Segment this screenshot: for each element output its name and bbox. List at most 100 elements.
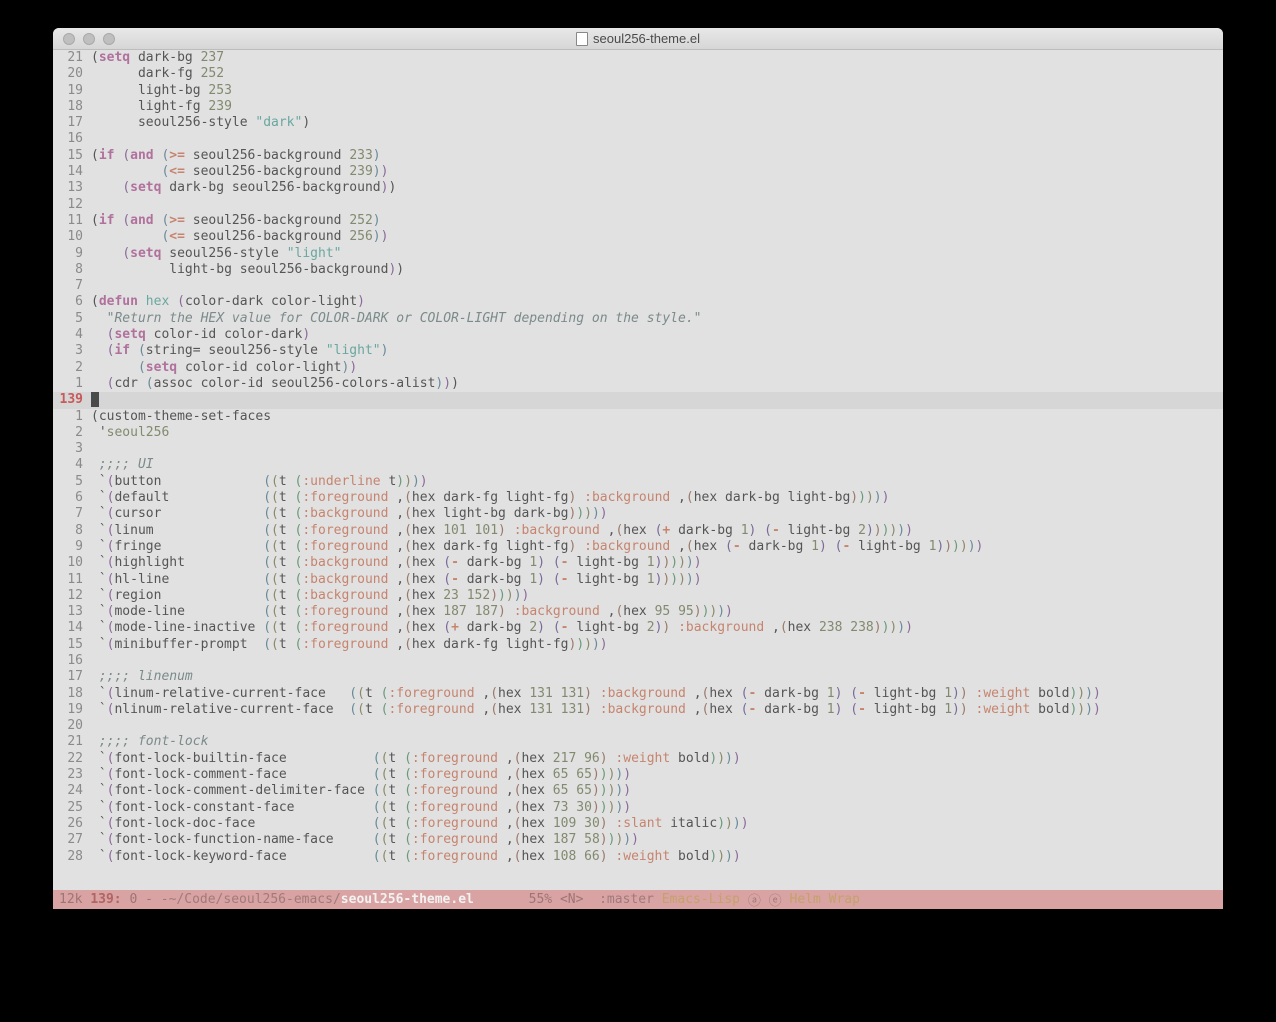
code-line[interactable]: (setq dark-bg seoul256-background)) [89,180,1223,196]
window-title: seoul256-theme.el [53,31,1223,46]
window-title-text: seoul256-theme.el [593,31,700,46]
code-line[interactable]: (setq dark-bg 237 [89,50,1223,66]
line-number: 26 [53,816,89,832]
code-line[interactable]: (setq color-id color-dark) [89,327,1223,343]
line-number: 17 [53,115,89,131]
code-line[interactable]: light-bg seoul256-background)) [89,262,1223,278]
line-number: 18 [53,99,89,115]
ml-narrow: <N> [560,892,583,907]
line-number: 8 [53,523,89,539]
echo-area[interactable] [53,909,1223,927]
code-line[interactable]: (<= seoul256-background 256)) [89,229,1223,245]
code-line[interactable]: `(linum-relative-current-face ((t (:fore… [89,686,1223,702]
line-number: 16 [53,653,89,669]
line-number: 2 [53,360,89,376]
code-line[interactable] [89,278,1223,294]
code-line[interactable]: `(region ((t (:background ,(hex 23 152))… [89,588,1223,604]
code-line[interactable]: "Return the HEX value for COLOR-DARK or … [89,311,1223,327]
line-number: 21 [53,50,89,66]
line-number: 15 [53,148,89,164]
line-number: 15 [53,637,89,653]
code-line[interactable]: (if (and (>= seoul256-background 252) [89,213,1223,229]
code-line[interactable]: light-bg 253 [89,83,1223,99]
ml-filename: seoul256-theme.el [341,892,474,907]
line-number: 9 [53,539,89,555]
line-number: 12 [53,588,89,604]
code-line[interactable] [89,197,1223,213]
code-line[interactable]: `(linum ((t (:foreground ,(hex 101 101) … [89,523,1223,539]
code-line[interactable]: (<= seoul256-background 239)) [89,164,1223,180]
line-number: 19 [53,702,89,718]
code-line[interactable]: `(font-lock-function-name-face ((t (:for… [89,832,1223,848]
code-line[interactable]: (cdr (assoc color-id seoul256-colors-ali… [89,376,1223,392]
line-number: 3 [53,441,89,457]
code-line[interactable]: `(fringe ((t (:foreground ,(hex dark-fg … [89,539,1223,555]
line-number: 10 [53,555,89,571]
ml-vc: :master [599,892,654,907]
modeline: 12k 139: 0 - -~/Code/seoul256-emacs/seou… [53,890,1223,909]
code-line[interactable]: `(font-lock-keyword-face ((t (:foregroun… [89,849,1223,865]
code-line[interactable]: `(font-lock-builtin-face ((t (:foregroun… [89,751,1223,767]
line-number: 8 [53,262,89,278]
code-line[interactable]: `(font-lock-comment-face ((t (:foregroun… [89,767,1223,783]
line-number: 12 [53,197,89,213]
code-line[interactable]: `(hl-line ((t (:background ,(hex (- dark… [89,572,1223,588]
code-line[interactable]: ;;;; linenum [89,669,1223,685]
code-line[interactable]: `(button ((t (:underline t)))) [89,474,1223,490]
emacs-window: seoul256-theme.el 21(setq dark-bg 237 20… [53,28,1223,927]
line-number: 25 [53,800,89,816]
code-line[interactable]: (if (string= seoul256-style "light") [89,343,1223,359]
ml-minor-modes: Helm Wrap [790,892,860,907]
line-number: 7 [53,506,89,522]
code-line[interactable]: `(highlight ((t (:background ,(hex (- da… [89,555,1223,571]
code-line[interactable] [89,441,1223,457]
code-line[interactable]: `(font-lock-doc-face ((t (:foreground ,(… [89,816,1223,832]
code-line[interactable] [89,131,1223,147]
line-number: 22 [53,751,89,767]
line-number: 6 [53,490,89,506]
code-line[interactable]: ;;;; UI [89,457,1223,473]
code-line[interactable]: `(mode-line ((t (:foreground ,(hex 187 1… [89,604,1223,620]
code-line[interactable]: (setq color-id color-light)) [89,360,1223,376]
code-line[interactable] [89,653,1223,669]
line-number: 3 [53,343,89,359]
line-number: 6 [53,294,89,310]
code-line[interactable] [89,392,1223,408]
line-number: 5 [53,474,89,490]
code-line[interactable]: light-fg 239 [89,99,1223,115]
code-line[interactable]: (setq seoul256-style "light" [89,246,1223,262]
code-line[interactable]: (defun hex (color-dark color-light) [89,294,1223,310]
line-number: 14 [53,164,89,180]
line-number: 13 [53,180,89,196]
titlebar: seoul256-theme.el [53,28,1223,50]
code-line[interactable]: `(mode-line-inactive ((t (:foreground ,(… [89,620,1223,636]
ml-line: 139: [90,892,121,907]
line-number: 2 [53,425,89,441]
line-number: 4 [53,457,89,473]
code-line[interactable]: (custom-theme-set-faces [89,409,1223,425]
ml-percent: 55% [529,892,552,907]
code-line[interactable]: `(default ((t (:foreground ,(hex dark-fg… [89,490,1223,506]
code-line[interactable]: 'seoul256 [89,425,1223,441]
code-line[interactable]: ;;;; font-lock [89,734,1223,750]
code-line[interactable]: `(minibuffer-prompt ((t (:foreground ,(h… [89,637,1223,653]
ml-major-mode: Emacs-Lisp [662,892,740,907]
line-number: 10 [53,229,89,245]
line-number: 11 [53,572,89,588]
line-number: 18 [53,686,89,702]
line-number: 24 [53,783,89,799]
code-line[interactable]: dark-fg 252 [89,66,1223,82]
line-number: 4 [53,327,89,343]
ml-col: 0 [129,892,137,907]
code-line[interactable]: `(font-lock-comment-delimiter-face ((t (… [89,783,1223,799]
code-line[interactable]: seoul256-style "dark") [89,115,1223,131]
code-line[interactable]: `(cursor ((t (:background ,(hex light-bg… [89,506,1223,522]
editor-buffer[interactable]: 21(setq dark-bg 237 20 dark-fg 252 19 li… [53,50,1223,890]
code-line[interactable]: (if (and (>= seoul256-background 233) [89,148,1223,164]
code-line[interactable]: `(nlinum-relative-current-face ((t (:for… [89,702,1223,718]
current-line-number: 139 [53,392,89,408]
line-number: 1 [53,376,89,392]
line-number: 16 [53,131,89,147]
code-line[interactable]: `(font-lock-constant-face ((t (:foregrou… [89,800,1223,816]
code-line[interactable] [89,718,1223,734]
